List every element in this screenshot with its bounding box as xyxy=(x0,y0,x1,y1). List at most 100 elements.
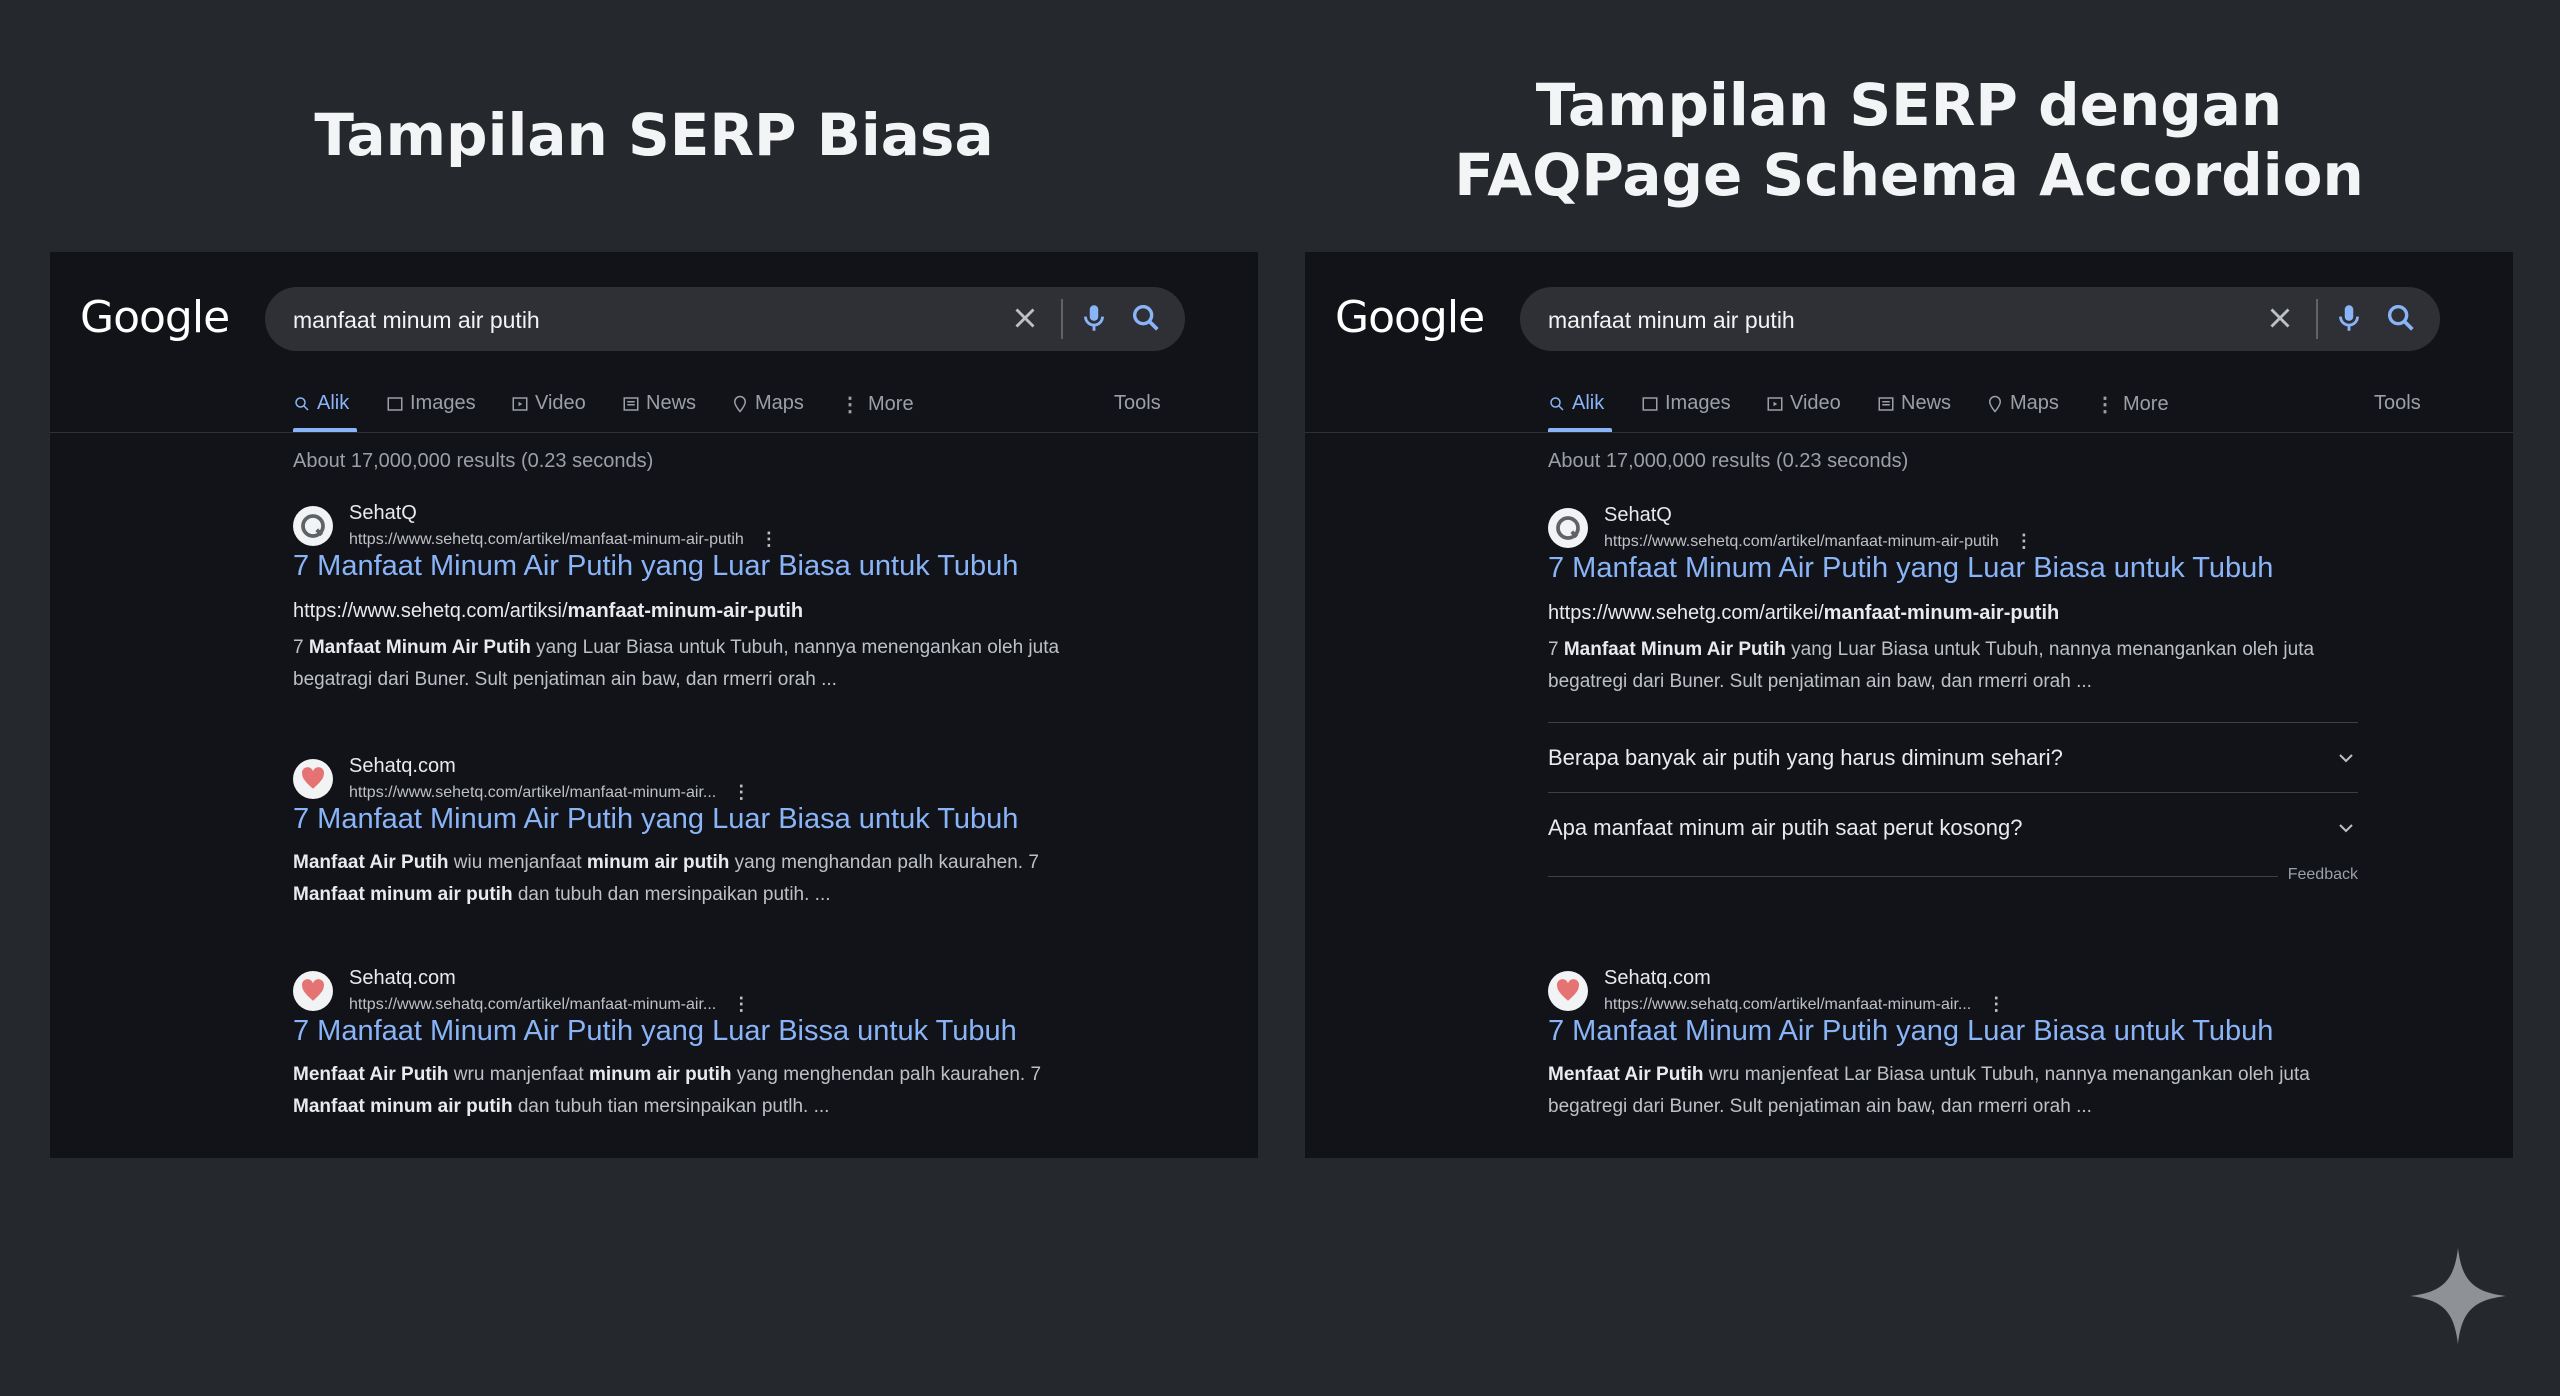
snippet-bold: Manfaat Minum Air Putih xyxy=(1563,639,1786,660)
tab-label: Maps xyxy=(755,392,804,414)
serp-panel-faq: Google manfaat minum air putih Alik Imag… xyxy=(1305,252,2513,1158)
tab-more[interactable]: ⋮ More xyxy=(840,392,914,417)
chevron-down-icon[interactable] xyxy=(2334,816,2358,840)
tab-maps[interactable]: Maps xyxy=(1986,392,2059,415)
result-title[interactable]: 7 Manfaat Minum Air Putih yang Luar Bias… xyxy=(1548,1015,2273,1048)
snippet-bold: Menfaat Air Putih xyxy=(293,1064,449,1085)
heart-favicon-icon xyxy=(293,971,333,1011)
snippet-text: wru manjenfeat Lar Biasa untuk Tubuh, na… xyxy=(1703,1064,2310,1085)
active-tab-indicator xyxy=(293,428,357,432)
active-tab-indicator xyxy=(1548,428,1612,432)
more-options-icon[interactable]: ⋮ xyxy=(2015,531,2033,552)
more-options-icon[interactable]: ⋮ xyxy=(1987,994,2005,1015)
result-site-name: Sehatq.com xyxy=(349,755,456,777)
sehatq-favicon-icon xyxy=(293,506,333,546)
google-logo[interactable]: Google xyxy=(80,292,230,343)
right-heading-line2: FAQPage Schema Accordion xyxy=(1454,141,2364,209)
more-options-icon[interactable]: ⋮ xyxy=(732,994,750,1015)
result-url[interactable]: https://www.sehetq.com/artikel/manfaat-m… xyxy=(349,784,716,802)
feedback-link[interactable]: Feedback xyxy=(2277,866,2358,884)
search-icon[interactable] xyxy=(1129,301,1163,335)
tab-tools[interactable]: Tools xyxy=(1114,392,1161,415)
more-options-icon[interactable]: ⋮ xyxy=(760,529,778,550)
snippet-text: 7 xyxy=(1548,639,1564,660)
video-icon xyxy=(1767,396,1783,411)
faq-item[interactable]: Berapa banyak air putih yang harus dimin… xyxy=(1548,722,2358,793)
tab-more[interactable]: ⋮ More xyxy=(2095,392,2169,417)
result-breadcrumb: https://www.sehatq.com/artikel/manfaat-m… xyxy=(349,994,750,1015)
snippet-bold: minum air putih xyxy=(586,852,730,873)
image-icon xyxy=(387,396,403,411)
close-icon[interactable] xyxy=(2263,301,2297,335)
search-divider xyxy=(2316,299,2318,339)
result-breadcrumb: https://www.sehetq.com/artikel/manfaat-m… xyxy=(349,529,778,550)
search-input[interactable]: manfaat minum air putih xyxy=(293,307,540,334)
tab-label: Video xyxy=(535,392,586,414)
result-snippet: 7 Manfaat Minum Air Putih yang Luar Bias… xyxy=(293,632,1193,696)
chevron-down-icon[interactable] xyxy=(2334,746,2358,770)
tab-news[interactable]: News xyxy=(1877,392,1951,415)
display-url-prefix: https://www.sehetg.com/artikei/ xyxy=(1548,602,1824,624)
more-options-icon[interactable]: ⋮ xyxy=(732,782,750,803)
tab-label: Tools xyxy=(2374,392,2421,414)
result-title[interactable]: 7 Manfaat Minum Air Putih yang Luar Biss… xyxy=(293,1015,1017,1048)
result-snippet: Menfaat Air Putih wru manjenfaat minum a… xyxy=(293,1059,1193,1123)
tab-news[interactable]: News xyxy=(622,392,696,415)
video-icon xyxy=(512,396,528,411)
tab-label: Alik xyxy=(1572,392,1605,414)
result-snippet: 7 Manfaat Minum Air Putih yang Luar Bias… xyxy=(1548,634,2448,698)
google-logo[interactable]: Google xyxy=(1335,292,1485,343)
tab-video[interactable]: Video xyxy=(511,392,586,415)
close-icon[interactable] xyxy=(1008,301,1042,335)
tab-all[interactable]: Alik xyxy=(1548,392,1604,415)
snippet-text: 7 xyxy=(293,637,309,658)
tab-label: More xyxy=(2123,393,2169,415)
faq-divider xyxy=(1548,876,2358,877)
result-breadcrumb: https://www.sehetq.com/artikel/manfaat-m… xyxy=(349,782,750,803)
heart-favicon-icon xyxy=(293,759,333,799)
more-vert-icon: ⋮ xyxy=(2095,394,2115,416)
right-heading-line1: Tampilan SERP dengan xyxy=(1535,71,2283,139)
sparkle-icon xyxy=(2410,1248,2506,1344)
result-stats: About 17,000,000 results (0.23 seconds) xyxy=(293,450,654,472)
tab-label: More xyxy=(868,393,914,415)
faq-question: Berapa banyak air putih yang harus dimin… xyxy=(1548,745,2063,770)
snippet-text: yang Luar Biasa untuk Tubuh, nannya mena… xyxy=(1785,639,2315,660)
snippet-bold: Menfaat Air Putih xyxy=(1548,1064,1704,1085)
tab-label: Images xyxy=(1665,392,1731,414)
microphone-icon[interactable] xyxy=(2332,301,2366,335)
map-pin-icon xyxy=(1988,395,2002,413)
map-pin-icon xyxy=(733,395,747,413)
tab-images[interactable]: Images xyxy=(1641,392,1731,415)
search-icon[interactable] xyxy=(2384,301,2418,335)
result-url[interactable]: https://www.sehatq.com/artikel/manfaat-m… xyxy=(1604,996,1971,1014)
tab-all[interactable]: Alik xyxy=(293,392,349,415)
result-title[interactable]: 7 Manfaat Minum Air Putih yang Luar Bias… xyxy=(293,550,1018,583)
tab-label: Images xyxy=(410,392,476,414)
result-display-url[interactable]: https://www.sehetg.com/artikei/manfaat-m… xyxy=(1548,602,2059,625)
snippet-text: yang Luar Biasa untuk Tubuh, nannya mene… xyxy=(530,637,1060,658)
news-icon xyxy=(1878,396,1894,411)
search-bar[interactable]: manfaat minum air putih xyxy=(1520,287,2440,351)
result-site-name: Sehatq.com xyxy=(349,967,456,989)
tab-video[interactable]: Video xyxy=(1766,392,1841,415)
tab-images[interactable]: Images xyxy=(386,392,476,415)
result-snippet: Menfaat Air Putih wru manjenfeat Lar Bia… xyxy=(1548,1059,2448,1123)
faq-item[interactable]: Apa manfaat minum air putih saat perut k… xyxy=(1548,792,2358,863)
result-url[interactable]: https://www.sehetq.com/artikel/manfaat-m… xyxy=(1604,533,1999,551)
search-icon xyxy=(295,396,309,411)
display-url-prefix: https://www.sehetq.com/artiksi/ xyxy=(293,600,568,622)
serp-panel-regular: Google manfaat minum air putih Alik Imag… xyxy=(50,252,1258,1158)
tab-tools[interactable]: Tools xyxy=(2374,392,2421,415)
tab-maps[interactable]: Maps xyxy=(731,392,804,415)
result-display-url[interactable]: https://www.sehetq.com/artiksi/manfaat-m… xyxy=(293,600,803,623)
microphone-icon[interactable] xyxy=(1077,301,1111,335)
result-title[interactable]: 7 Manfaat Minum Air Putih yang Luar Bias… xyxy=(293,803,1018,836)
result-url[interactable]: https://www.sehetq.com/artikel/manfaat-m… xyxy=(349,531,744,549)
snippet-text: begatregi dari Buner. Sult penjatiman ai… xyxy=(1548,1096,2092,1117)
result-title[interactable]: 7 Manfaat Minum Air Putih yang Luar Bias… xyxy=(1548,552,2273,585)
search-input[interactable]: manfaat minum air putih xyxy=(1548,307,1795,334)
result-url[interactable]: https://www.sehatq.com/artikel/manfaat-m… xyxy=(349,996,716,1014)
snippet-bold: Manfaat Minum Air Putih xyxy=(308,637,531,658)
search-bar[interactable]: manfaat minum air putih xyxy=(265,287,1185,351)
